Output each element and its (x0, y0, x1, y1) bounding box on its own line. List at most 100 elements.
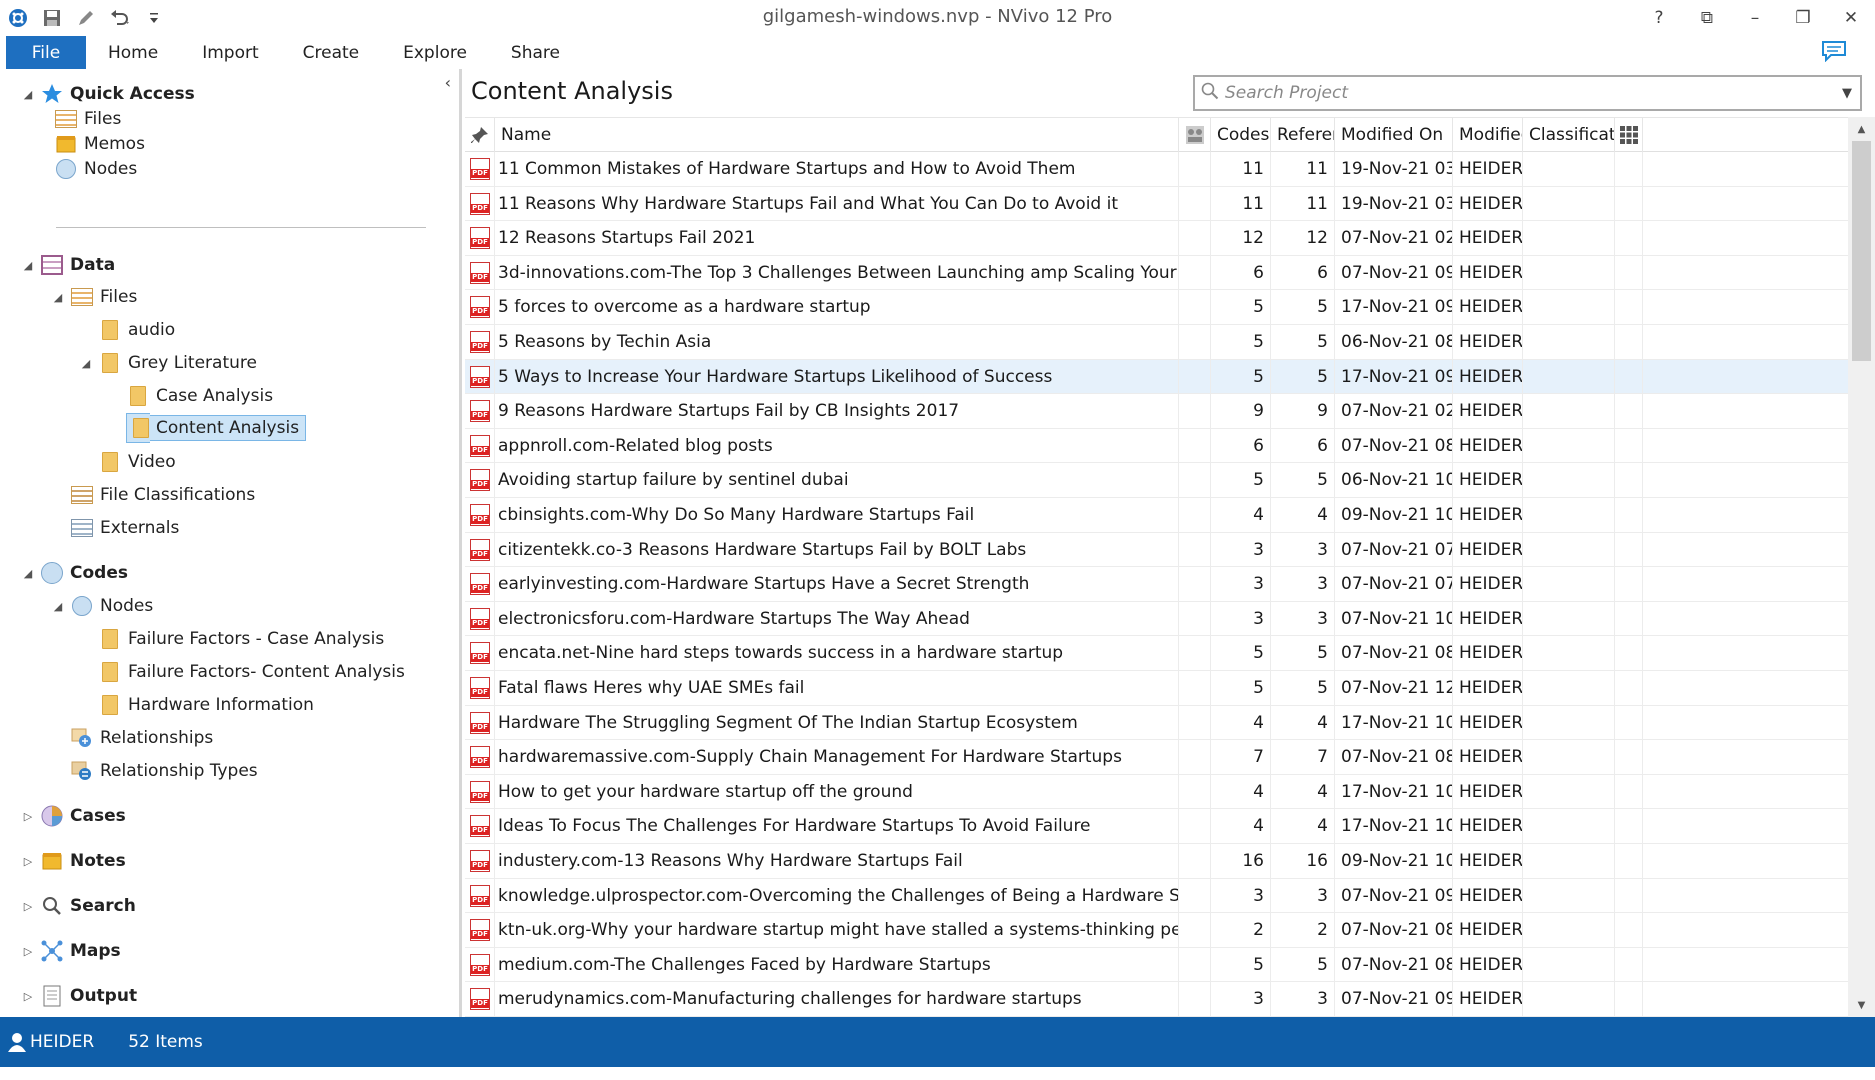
expanded-arrow-icon[interactable]: ◢ (20, 259, 36, 272)
cell-name[interactable]: ktn-uk.org-Why your hardware startup mig… (495, 913, 1179, 948)
tab-explore[interactable]: Explore (381, 36, 489, 69)
collapse-nav-button[interactable]: ‹ (445, 73, 451, 92)
customize-icon[interactable] (142, 6, 166, 30)
cell-name[interactable]: encata.net-Nine hard steps towards succe… (495, 636, 1179, 671)
cell-name[interactable]: 11 Reasons Why Hardware Startups Fail an… (495, 186, 1179, 221)
nav-node-folder-3[interactable]: Hardware Information (94, 690, 314, 720)
cell-name[interactable]: electronicsforu.com-Hardware Startups Th… (495, 601, 1179, 636)
scrollbar-thumb[interactable] (1852, 141, 1871, 361)
search-input[interactable] (1225, 78, 1834, 108)
table-row[interactable]: PDF Hardware The Struggling Segment Of Th… (465, 705, 1848, 741)
cell-name[interactable]: appnroll.com-Related blog posts (495, 428, 1179, 463)
nav-relationships[interactable]: Relationships (66, 723, 213, 753)
nav-folder-audio[interactable]: audio (94, 315, 175, 345)
table-row[interactable]: PDF 11 Common Mistakes of Hardware Startu… (465, 152, 1848, 187)
column-header-references[interactable]: Referen (1271, 118, 1335, 152)
cell-name[interactable]: cbinsights.com-Why Do So Many Hardware S… (495, 498, 1179, 532)
tab-home[interactable]: Home (86, 36, 180, 69)
column-header-classification[interactable]: Classificat (1523, 118, 1615, 152)
cell-name[interactable]: 9 Reasons Hardware Startups Fail by CB I… (495, 394, 1179, 429)
table-row[interactable]: PDF 12 Reasons Startups Fail 2021 12 12 07-N… (465, 221, 1848, 256)
nav-relationship-types[interactable]: Relationship Types (66, 756, 258, 786)
nav-node-folder-1[interactable]: Failure Factors - Case Analysis (94, 624, 384, 654)
table-row[interactable]: PDF electronicsforu.com-Hardware Startups… (465, 601, 1848, 637)
cell-name[interactable]: industery.com-13 Reasons Why Hardware St… (495, 844, 1179, 878)
table-row[interactable]: PDF 5 forces to overcome as a hardware st… (465, 290, 1848, 325)
column-chooser[interactable] (1615, 118, 1643, 152)
nav-folder-case-analysis[interactable]: Case Analysis (122, 381, 273, 411)
vertical-scrollbar[interactable]: ▲ ▼ (1848, 117, 1875, 1017)
expanded-arrow-icon[interactable]: ◢ (78, 357, 94, 370)
help-button[interactable]: ? (1635, 0, 1683, 36)
expanded-arrow-icon[interactable]: ◢ (20, 88, 36, 101)
tab-share[interactable]: Share (489, 36, 582, 69)
nav-data-files[interactable]: ◢ Files (50, 282, 138, 312)
collapsed-arrow-icon[interactable]: ▷ (20, 900, 36, 913)
expanded-arrow-icon[interactable]: ◢ (50, 291, 66, 304)
cell-name[interactable]: How to get your hardware startup off the… (495, 774, 1179, 809)
cell-name[interactable]: Avoiding startup failure by sentinel dub… (495, 463, 1179, 498)
nav-externals[interactable]: Externals (66, 513, 179, 543)
nav-output[interactable]: ▷ Output (20, 981, 137, 1011)
restore-button[interactable]: ❐ (1779, 0, 1827, 36)
undo-icon[interactable] (108, 6, 132, 30)
column-header-codes[interactable]: Codes (1211, 118, 1271, 152)
nav-folder-video[interactable]: Video (94, 447, 176, 477)
expanded-arrow-icon[interactable]: ◢ (50, 600, 66, 613)
nav-file-classifications[interactable]: File Classifications (66, 480, 255, 510)
table-row[interactable]: PDF 3d-innovations.com-The Top 3 Challeng… (465, 255, 1848, 291)
table-row[interactable]: PDF 9 Reasons Hardware Startups Fail by C… (465, 394, 1848, 429)
tab-import[interactable]: Import (180, 36, 280, 69)
nav-codes[interactable]: ◢ Codes (20, 558, 128, 588)
column-header-modified-by[interactable]: Modified (1453, 118, 1523, 152)
column-header-name[interactable]: Name (495, 118, 1179, 152)
save-icon[interactable] (40, 6, 64, 30)
table-row[interactable]: PDF appnroll.com-Related blog posts 6 6 07-N… (465, 428, 1848, 464)
tab-file[interactable]: File (6, 36, 86, 69)
nav-qa-nodes[interactable]: Nodes (50, 154, 137, 184)
minimize-button[interactable]: – (1731, 0, 1779, 36)
scroll-up-icon[interactable]: ▲ (1848, 117, 1875, 141)
cell-name[interactable]: Ideas To Focus The Challenges For Hardwa… (495, 809, 1179, 844)
search-box[interactable]: ▼ (1193, 75, 1862, 111)
table-row[interactable]: PDF merudynamics.com-Manufacturing challe… (465, 982, 1848, 1017)
table-row[interactable]: PDF 5 Reasons by Techin Asia 5 5 06-Nov-21 0… (465, 325, 1848, 360)
coding-stripe-column-header[interactable] (1179, 118, 1211, 152)
table-row[interactable]: PDF citizentekk.co-3 Reasons Hardware Sta… (465, 532, 1848, 568)
expanded-arrow-icon[interactable]: ◢ (20, 567, 36, 580)
cell-name[interactable]: knowledge.ulprospector.com-Overcoming th… (495, 878, 1179, 913)
table-row[interactable]: PDF 11 Reasons Why Hardware Startups Fail… (465, 186, 1848, 222)
nav-folder-grey-literature[interactable]: ◢ Grey Literature (78, 348, 257, 378)
close-button[interactable]: ✕ (1827, 0, 1875, 36)
nav-codes-nodes[interactable]: ◢ Nodes (50, 591, 153, 621)
cell-name[interactable]: medium.com-The Challenges Faced by Hardw… (495, 947, 1179, 982)
nav-data[interactable]: ◢ Data (20, 250, 115, 280)
table-row[interactable]: PDF knowledge.ulprospector.com-Overcoming… (465, 878, 1848, 914)
cell-name[interactable]: 5 forces to overcome as a hardware start… (495, 290, 1179, 325)
column-header-modified-on[interactable]: Modified On (1335, 118, 1453, 152)
cell-name[interactable]: Hardware The Struggling Segment Of The I… (495, 705, 1179, 740)
cell-name[interactable]: 11 Common Mistakes of Hardware Startups … (495, 152, 1179, 186)
chevron-down-icon[interactable]: ▼ (1834, 86, 1860, 101)
cell-name[interactable]: 5 Ways to Increase Your Hardware Startup… (495, 359, 1179, 394)
ribbon-display-button[interactable]: ⧉ (1683, 0, 1731, 36)
tab-create[interactable]: Create (281, 36, 382, 69)
table-row[interactable]: PDF Avoiding startup failure by sentinel … (465, 463, 1848, 498)
nav-cases[interactable]: ▷ Cases (20, 801, 126, 831)
cell-name[interactable]: 3d-innovations.com-The Top 3 Challenges … (495, 255, 1179, 290)
nav-notes[interactable]: ▷ Notes (20, 846, 126, 876)
scroll-down-icon[interactable]: ▼ (1848, 993, 1875, 1017)
nav-node-folder-2[interactable]: Failure Factors- Content Analysis (94, 657, 405, 687)
collapsed-arrow-icon[interactable]: ▷ (20, 855, 36, 868)
cell-name[interactable]: 12 Reasons Startups Fail 2021 (495, 221, 1179, 256)
nav-search[interactable]: ▷ Search (20, 891, 136, 921)
cell-name[interactable]: hardwaremassive.com-Supply Chain Managem… (495, 740, 1179, 775)
comments-icon[interactable] (1821, 40, 1847, 63)
cell-name[interactable]: 5 Reasons by Techin Asia (495, 325, 1179, 359)
table-row[interactable]: PDF 5 Ways to Increase Your Hardware Star… (465, 359, 1848, 395)
table-row[interactable]: PDF hardwaremassive.com-Supply Chain Mana… (465, 740, 1848, 775)
nav-folder-content-analysis[interactable]: Content Analysis (122, 413, 307, 443)
table-row[interactable]: PDF Fatal flaws Heres why UAE SMEs fail 5 5… (465, 671, 1848, 706)
app-logo-icon[interactable] (6, 6, 30, 30)
table-row[interactable]: PDF encata.net-Nine hard steps towards su… (465, 636, 1848, 671)
